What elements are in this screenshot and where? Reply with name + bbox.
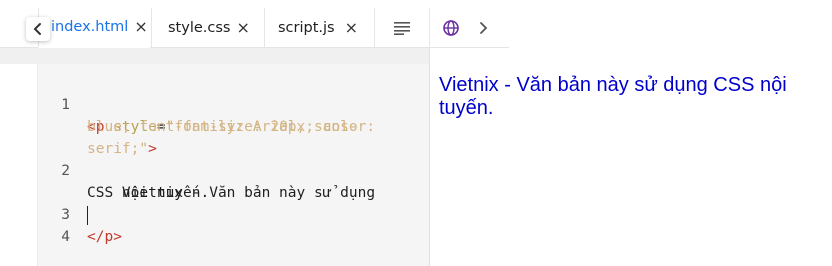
chevron-left-icon	[33, 23, 41, 35]
tab-script-js[interactable]: script.js ×	[264, 8, 374, 48]
code-line-4: 4	[0, 204, 430, 266]
tab-label: script.js	[278, 20, 335, 36]
text-cursor	[87, 206, 88, 225]
line-number: 4	[61, 229, 70, 245]
close-icon[interactable]: ×	[236, 20, 249, 36]
globe-icon[interactable]	[442, 19, 460, 37]
tab-style-css[interactable]: style.css ×	[151, 8, 264, 48]
editor-header-strip	[38, 48, 429, 64]
preview-toolbar	[430, 8, 510, 48]
tab-label: index.html	[51, 19, 129, 35]
side-strip-header	[0, 48, 38, 64]
preview-pane: Vietnix - Văn bản này sử dụng CSS nội tu…	[430, 48, 832, 266]
tab-bar: index.html × style.css × script.js ×	[0, 0, 832, 48]
menu-lines-icon	[394, 22, 410, 35]
preview-paragraph: Vietnix - Văn bản này sử dụng CSS nội tu…	[439, 74, 787, 119]
code-editor[interactable]: 1 <p style="font-size: 20px; color: blue…	[0, 48, 430, 266]
tab-label: style.css	[168, 20, 231, 36]
chevron-right-icon[interactable]	[478, 21, 488, 35]
menu-button[interactable]	[374, 8, 430, 48]
tab-index-html[interactable]: index.html ×	[38, 8, 150, 48]
scroll-tabs-left-button[interactable]	[26, 17, 50, 41]
close-icon[interactable]: ×	[345, 20, 358, 36]
close-icon[interactable]: ×	[134, 19, 147, 35]
